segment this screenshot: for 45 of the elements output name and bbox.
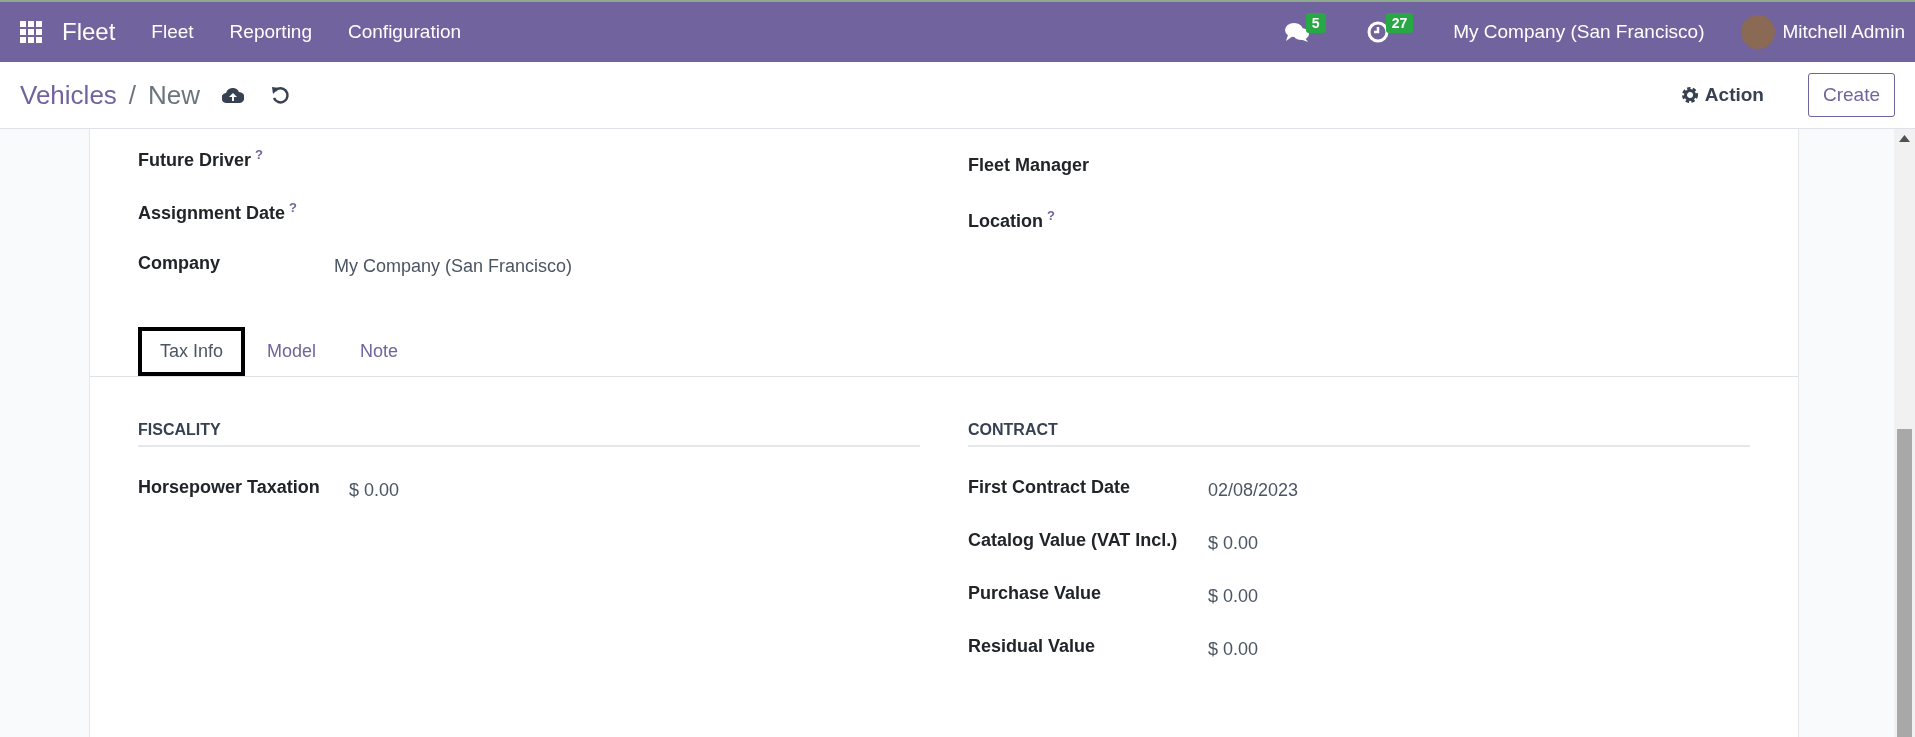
breadcrumb-link[interactable]: Vehicles <box>20 79 117 111</box>
tab[interactable]: Model <box>245 327 339 376</box>
app-name[interactable]: Fleet <box>62 18 116 46</box>
gear-icon <box>1680 86 1699 104</box>
clock-icon[interactable] <box>1365 20 1390 44</box>
menu-item[interactable]: Configuration <box>348 21 462 43</box>
breadcrumb-separator: / <box>128 79 137 111</box>
field-label: Catalog Value (VAT Incl.) <box>968 530 1179 551</box>
menu-item[interactable]: Reporting <box>229 21 312 43</box>
user-menu[interactable]: Mitchell Admin <box>1782 21 1905 43</box>
field-value[interactable]: $ 0.00 <box>349 477 400 501</box>
help-mark[interactable]: ? <box>1047 208 1055 223</box>
field-value[interactable]: $ 0.00 <box>1208 636 1259 660</box>
field-label: Fleet Manager <box>968 155 1091 176</box>
field-label: Future Driver $^{?}$ <box>138 147 264 171</box>
cloud-upload-icon[interactable] <box>222 86 245 104</box>
chat-icon[interactable] <box>1283 21 1310 43</box>
action-menu-button[interactable]: Action <box>1674 78 1770 112</box>
breadcrumb-current: New <box>148 79 201 111</box>
field-label: Horsepower Taxation <box>138 477 321 498</box>
help-mark[interactable]: ? <box>255 147 263 162</box>
apps-grid-icon[interactable] <box>20 21 42 43</box>
tab[interactable]: Note <box>338 327 421 376</box>
field-label: Residual Value <box>968 636 1097 657</box>
company-switcher[interactable]: My Company (San Francisco) <box>1453 21 1705 43</box>
field-value[interactable]: My Company (San Francisco) <box>334 253 573 277</box>
scrollbar[interactable] <box>1894 129 1915 737</box>
field-value[interactable]: $ 0.00 <box>1208 530 1259 554</box>
field-value[interactable]: 02/08/2023 <box>1208 477 1299 501</box>
group-heading: FISCALITY <box>138 421 920 447</box>
activity-count-badge: 27 <box>1385 13 1414 33</box>
field-label: Company <box>138 253 221 274</box>
field-label: First Contract Date <box>968 477 1132 498</box>
scroll-up-icon[interactable] <box>1899 135 1910 142</box>
create-button[interactable]: Create <box>1807 73 1895 117</box>
message-count-badge: 5 <box>1305 13 1326 33</box>
menu-item[interactable]: Fleet <box>151 21 194 43</box>
tab[interactable]: Tax Info <box>138 327 246 376</box>
undo-icon[interactable] <box>270 85 291 105</box>
field-value[interactable]: $ 0.00 <box>1208 583 1259 607</box>
field-label: Assignment Date $^{?}$ <box>138 200 298 224</box>
help-mark[interactable]: ? <box>289 200 297 215</box>
field-label: Purchase Value <box>968 583 1103 604</box>
field-label: Location $^{?}$ <box>968 208 1056 232</box>
group-heading: CONTRACT <box>968 421 1750 447</box>
